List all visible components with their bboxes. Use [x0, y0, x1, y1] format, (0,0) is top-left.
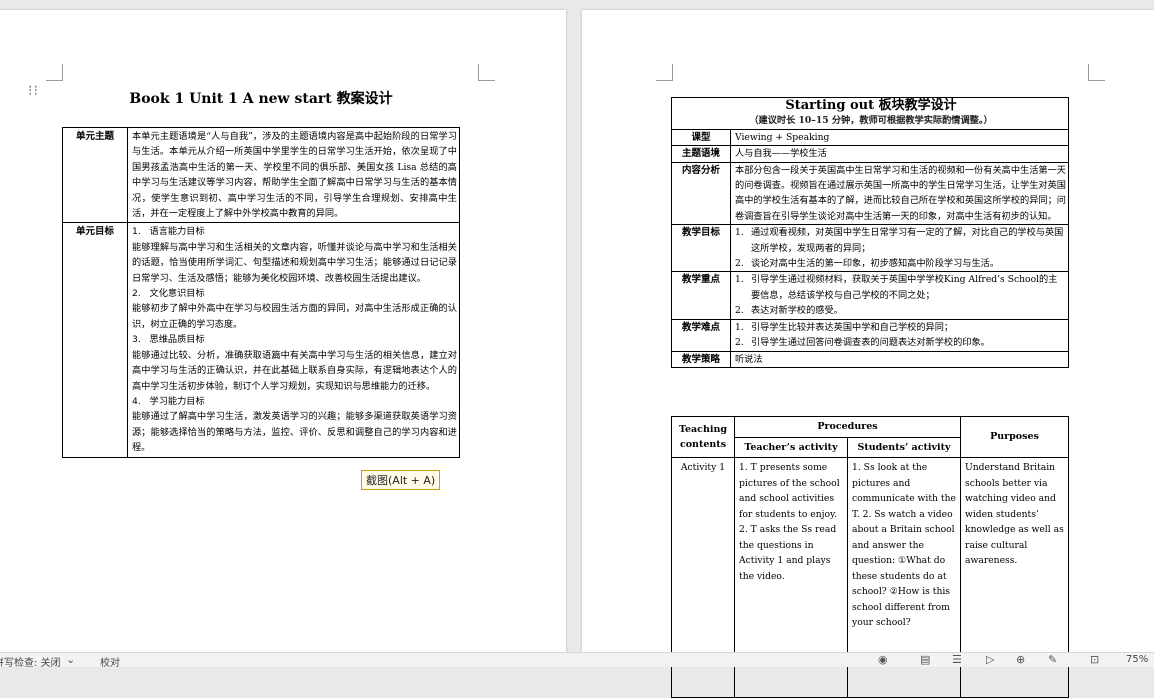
row-value: Viewing + Speaking — [730, 128, 1069, 147]
key-points-cell: 1. 引导学生通过视频材料，获取关于英国中学学校King Alfred’s Sch… — [730, 271, 1069, 320]
item-number: 1. — [735, 321, 744, 333]
item-text: 表达对新学校的感受。 — [751, 305, 843, 317]
procedures-header: Procedures — [734, 416, 961, 438]
item-number: 2. — [735, 305, 744, 317]
unit-plan-table: 单元主题 本单元主题语境是“人与自我”，涉及的主题语境内容是高中起始阶段的日常学… — [62, 126, 460, 458]
play-icon[interactable]: ▷ — [986, 653, 994, 666]
students-activity-header: Students’ activity — [847, 436, 961, 458]
list-item: 2. 谈论对高中生活的第一印象，初步感知高中阶段学习与生活。 — [735, 256, 1066, 271]
table-row: 单元主题 本单元主题语境是“人与自我”，涉及的主题语境内容是高中起始阶段的日常学… — [62, 126, 460, 224]
unit-theme-text: 本单元主题语境是“人与自我”，涉及的主题语境内容是高中起始阶段的日常学习与生活。… — [127, 126, 460, 224]
margin-corner-top-right — [478, 64, 495, 81]
item-number: 1. — [735, 274, 744, 286]
document-page-right: Starting out 板块教学设计 （建议时长 10–15 分钟，教师可根据… — [582, 10, 1154, 698]
spell-check-toggle[interactable]: 拼写检查: 关闭 — [0, 654, 61, 669]
goal-heading: 1. 语言能力目标 — [132, 226, 205, 238]
list-item: 2. 表达对新学校的感受。 — [735, 303, 1066, 318]
table-row: 教学目标 1. 通过观看视频，对英国中学生日常学习有一定的了解，对比自己的学校与英… — [671, 224, 1069, 273]
table-row: Teaching contents Procedures Purposes — [671, 416, 1069, 458]
list-item: 1. 引导学生比较并表达英国中学和自己学校的异同； — [735, 320, 1066, 335]
table-row: 主题语境 人与自我——学校生活 — [671, 145, 1069, 163]
block-title-text: Starting out 板块教学设计 — [785, 98, 957, 113]
status-bar: 拼写检查: 关闭 ⌄ 校对 ◉ ▤ ☰ ▷ ⊕ ✎ ⊡ 75% — [0, 652, 1154, 669]
document-page-left: ⁝⁝ Book 1 Unit 1 A new start 教案设计 单元主题 本… — [0, 10, 566, 656]
table-row: 内容分析 本部分包含一段关于英国高中生日常学习和生活的视频和一份有关高中生活第一… — [671, 161, 1069, 226]
item-number: 1. — [735, 227, 744, 239]
drag-handle-icon[interactable]: ⁝⁝ — [28, 84, 38, 98]
goal-text: 能够通过了解高中学习生活，激发英语学习的兴趣；能够多渠道获取英语学习资源；能够选… — [132, 411, 457, 454]
goal-text: 能够理解与高中学习和生活相关的文章内容，听懂并谈论与高中学习和生活相关的话题，恰… — [132, 241, 457, 284]
web-view-icon[interactable]: ⊕ — [1016, 653, 1025, 666]
screenshot-tooltip: 截图(Alt + A) — [361, 470, 441, 490]
fit-page-icon[interactable]: ⊡ — [1090, 653, 1099, 666]
row-label: 主题语境 — [671, 145, 731, 163]
row-label: 课型 — [671, 128, 731, 147]
unit-goals-label: 单元目标 — [62, 222, 128, 458]
item-text: 通过观看视频，对英国中学生日常学习有一定的了解，对比自己的学校与英国这所学校，发… — [751, 227, 1064, 254]
page-view-icon[interactable]: ▤ — [920, 653, 930, 666]
goal-heading: 2. 文化意识目标 — [132, 288, 205, 300]
teaching-contents-header: Teaching contents — [671, 416, 735, 458]
zoom-level[interactable]: 75% — [1126, 654, 1148, 665]
margin-corner-top-right — [1088, 64, 1105, 81]
goal-heading: 4. 学习能力目标 — [132, 395, 205, 407]
objectives-cell: 1. 通过观看视频，对英国中学生日常学习有一定的了解，对比自己的学校与英国这所学校… — [730, 224, 1069, 273]
strategy-label: 教学策略 — [671, 350, 731, 368]
table-row: 教学重点 1. 引导学生通过视频材料，获取关于英国中学学校King Alfred’… — [671, 271, 1069, 320]
item-text: 引导学生通过回答问卷调查表的问题表达对新学校的印象。 — [751, 337, 990, 349]
margin-corner-top-left — [656, 64, 673, 81]
row-value: 人与自我——学校生活 — [730, 145, 1069, 163]
block-title: Starting out 板块教学设计 （建议时长 10–15 分钟，教师可根据… — [671, 97, 1069, 130]
proofread-button[interactable]: 校对 — [100, 654, 120, 669]
table-row: Starting out 板块教学设计 （建议时长 10–15 分钟，教师可根据… — [671, 97, 1069, 130]
item-number: 2. — [735, 337, 744, 349]
block-subtitle: （建议时长 10–15 分钟，教师可根据教学实际酌情调整。） — [749, 115, 993, 127]
item-text: 谈论对高中生活的第一印象，初步感知高中阶段学习与生活。 — [751, 258, 1000, 270]
chevron-down-icon[interactable]: ⌄ — [66, 653, 75, 666]
row-label: 内容分析 — [671, 161, 731, 226]
list-item: 1. 通过观看视频，对英国中学生日常学习有一定的了解，对比自己的学校与英国这所学校… — [735, 225, 1066, 256]
table-row: 教学难点 1. 引导学生比较并表达英国中学和自己学校的异同； 2. 引导学生通过回答… — [671, 318, 1069, 352]
difficult-points-label: 教学难点 — [671, 318, 731, 352]
table-row: 单元目标 1. 语言能力目标 能够理解与高中学习和生活相关的文章内容，听懂并谈论… — [62, 222, 460, 458]
table-row: 教学策略 听说法 — [671, 350, 1069, 368]
list-item: 1. 引导学生通过视频材料，获取关于英国中学学校King Alfred’s Sch… — [735, 272, 1066, 303]
table-row: 课型 Viewing + Speaking — [671, 128, 1069, 147]
unit-goals-cell: 1. 语言能力目标 能够理解与高中学习和生活相关的文章内容，听懂并谈论与高中学习… — [127, 222, 460, 458]
eye-icon[interactable]: ◉ — [878, 653, 888, 666]
objectives-label: 教学目标 — [671, 224, 731, 273]
difficult-points-cell: 1. 引导学生比较并表达英国中学和自己学校的异同； 2. 引导学生通过回答问卷调查表… — [730, 318, 1069, 352]
teacher-activity-header: Teacher’s activity — [734, 436, 848, 458]
purposes-header: Purposes — [960, 416, 1069, 458]
unit-theme-label: 单元主题 — [62, 126, 128, 224]
list-item: 2. 引导学生通过回答问卷调查表的问题表达对新学校的印象。 — [735, 335, 1066, 350]
goal-text: 能够初步了解中外高中在学习与校园生活方面的异同，对高中生活形成正确的认识，树立正… — [132, 303, 457, 330]
key-points-label: 教学重点 — [671, 271, 731, 320]
pen-icon[interactable]: ✎ — [1048, 653, 1057, 666]
block-plan-table: Starting out 板块教学设计 （建议时长 10–15 分钟，教师可根据… — [671, 97, 1069, 368]
document-title: Book 1 Unit 1 A new start 教案设计 — [129, 91, 393, 107]
item-number: 2. — [735, 258, 744, 270]
goal-text: 能够通过比较、分析，准确获取语篇中有关高中学习与生活的相关信息，建立对高中学习与… — [132, 349, 457, 392]
goal-heading: 3. 思维品质目标 — [132, 334, 205, 346]
item-text: 引导学生通过视频材料，获取关于英国中学学校King Alfred’s Schoo… — [751, 274, 1058, 301]
margin-corner-top-left — [46, 64, 63, 81]
outline-view-icon[interactable]: ☰ — [952, 653, 962, 666]
item-text: 引导学生比较并表达英国中学和自己学校的异同； — [751, 321, 954, 333]
row-value: 本部分包含一段关于英国高中生日常学习和生活的视频和一份有关高中生活第一天的问卷调… — [730, 161, 1069, 226]
strategy-value: 听说法 — [730, 350, 1069, 368]
